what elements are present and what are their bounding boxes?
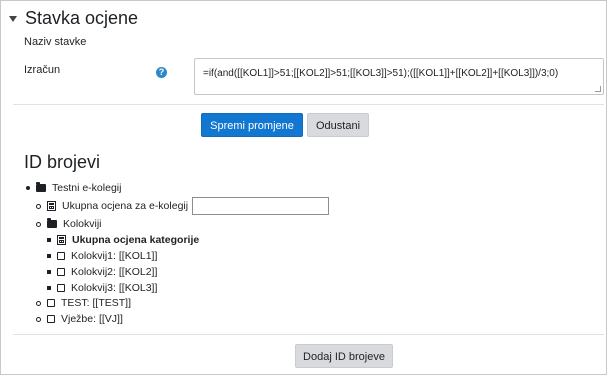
formula-text: =if(and([[KOL1]]>51;[[KOL2]]>51;[[KOL3]]…	[203, 68, 559, 79]
section-header[interactable]: Stavka ocjene	[9, 5, 138, 31]
add-id-numbers-button[interactable]: Dodaj ID brojeve	[295, 344, 393, 368]
tree-item-grade: Kolokvij3: [[KOL3]]	[47, 282, 157, 294]
divider	[13, 334, 604, 335]
tree-item-course: Testni e-kolegij	[26, 182, 121, 194]
bullet-square-icon	[47, 254, 51, 258]
bullet-square-icon	[47, 270, 51, 274]
tree-item-test: TEST: [[TEST]]	[36, 297, 131, 309]
bullet-circle-icon	[36, 300, 41, 306]
grade-item-label: Kolokvij2: [[KOL2]]	[71, 266, 158, 278]
save-changes-button[interactable]: Spremi promjene	[201, 113, 303, 137]
grade-item-label: Kolokvij1: [[KOL1]]	[71, 250, 158, 262]
formula-textarea[interactable]: =if(and([[KOL1]]>51;[[KOL2]]>51;[[KOL3]]…	[194, 58, 604, 95]
bullet-disc-icon	[26, 186, 30, 190]
grade-item-icon	[47, 315, 55, 323]
tree-item-grade: Kolokvij2: [[KOL2]]	[47, 266, 157, 278]
vjezbe-label: Vježbe: [[VJ]]	[61, 313, 123, 325]
grade-item-icon	[47, 299, 55, 307]
bullet-square-icon	[47, 286, 51, 290]
bullet-circle-icon	[36, 203, 41, 209]
calculator-icon	[47, 201, 56, 211]
divider	[13, 104, 604, 105]
collapse-caret-icon[interactable]	[9, 16, 17, 22]
calculator-icon	[57, 235, 66, 245]
tree-item-grade: Kolokvij1: [[KOL1]]	[47, 250, 157, 262]
cancel-button[interactable]: Odustani	[307, 113, 369, 137]
grade-item-icon	[57, 252, 65, 260]
section-title: Stavka ocjene	[25, 7, 139, 28]
category-name: Kolokviji	[63, 218, 102, 230]
course-total-label: Ukupna ocjena za e-kolegij	[62, 200, 189, 212]
test-label: TEST: [[TEST]]	[61, 297, 132, 309]
course-total-id-input[interactable]	[192, 197, 329, 215]
tree-item-category-total: Ukupna ocjena kategorije	[47, 234, 199, 246]
category-total-label: Ukupna ocjena kategorije	[72, 234, 200, 246]
folder-icon	[47, 218, 57, 228]
grade-item-icon	[57, 268, 65, 276]
grade-item-label: Kolokvij3: [[KOL3]]	[71, 282, 158, 294]
tree-item-course-total: Ukupna ocjena za e-kolegij	[36, 200, 188, 212]
item-name-label: Naziv stavke	[24, 36, 87, 48]
bullet-circle-icon	[36, 221, 41, 227]
help-icon[interactable]: ?	[156, 67, 167, 78]
folder-icon	[36, 182, 46, 192]
calculation-label: Izračun	[24, 64, 61, 76]
bullet-square-icon	[47, 238, 51, 242]
tree-item-vjezbe: Vježbe: [[VJ]]	[36, 313, 123, 325]
resize-grip-icon[interactable]	[595, 86, 601, 92]
course-name: Testni e-kolegij	[52, 182, 122, 194]
grade-item-icon	[57, 284, 65, 292]
id-numbers-title: ID brojevi	[24, 152, 101, 172]
bullet-circle-icon	[36, 316, 41, 322]
tree-item-category: Kolokviji	[36, 218, 102, 230]
grade-item-panel: Stavka ocjene Naziv stavke Izračun ? =if…	[0, 0, 607, 375]
